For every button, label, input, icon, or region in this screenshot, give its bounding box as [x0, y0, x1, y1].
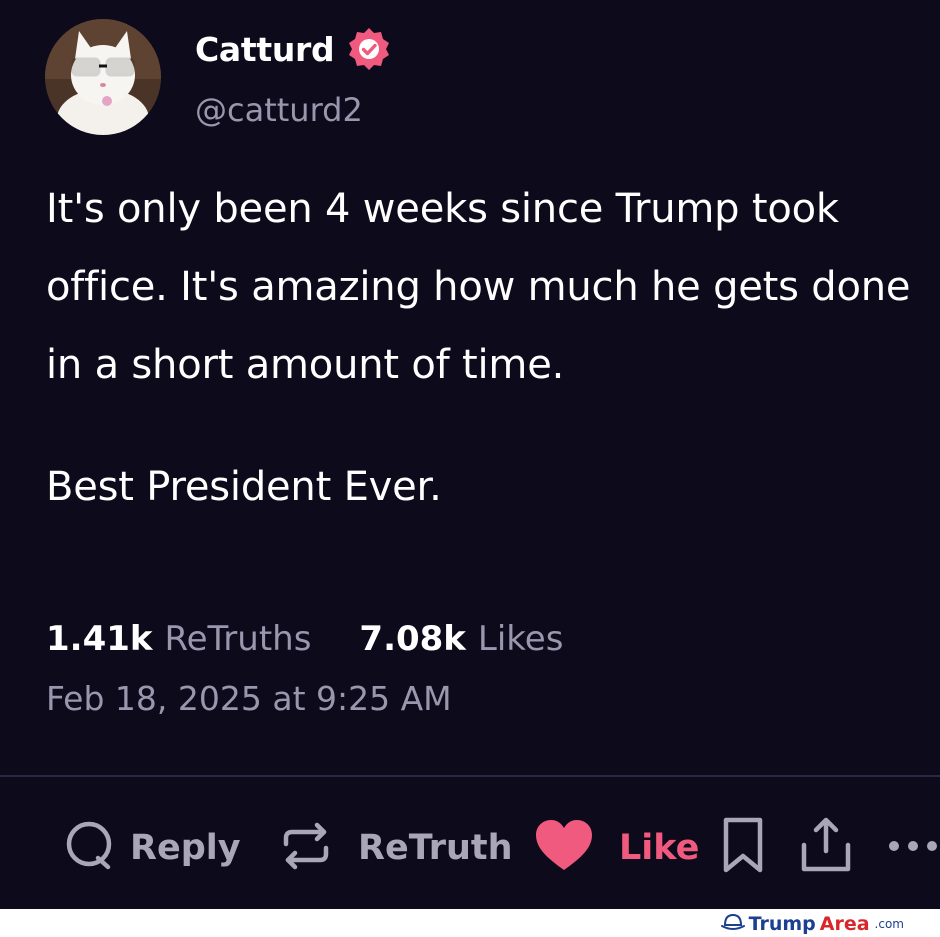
- retruth-icon: [278, 818, 334, 878]
- reply-icon: [62, 819, 116, 877]
- watermark: Trump Area .com: [720, 911, 904, 937]
- more-icon: [886, 836, 940, 860]
- share-button[interactable]: [798, 812, 854, 884]
- verified-badge-icon: [346, 26, 392, 72]
- like-button[interactable]: Like: [533, 812, 699, 884]
- user-handle[interactable]: @catturd2: [195, 91, 363, 129]
- post-paragraph: It's only been 4 weeks since Trump took …: [46, 186, 911, 388]
- share-icon: [798, 815, 854, 881]
- more-options-button[interactable]: [886, 812, 940, 884]
- display-name[interactable]: Catturd: [195, 30, 335, 69]
- post-text: It's only been 4 weeks since Trump took …: [46, 170, 926, 526]
- author-name-row[interactable]: Catturd: [195, 26, 392, 72]
- bookmark-icon: [720, 816, 766, 880]
- action-bar: Reply ReTruth Like: [0, 812, 940, 884]
- divider: [0, 775, 940, 777]
- watermark-part-3: .com: [874, 917, 904, 931]
- retruth-label: ReTruth: [358, 828, 513, 868]
- engagement-stats: 1.41k ReTruths 7.08k Likes: [46, 619, 563, 659]
- post-timestamp: Feb 18, 2025 at 9:25 AM: [46, 679, 452, 718]
- hat-logo-icon: [720, 911, 745, 937]
- retruth-button[interactable]: ReTruth: [278, 812, 513, 884]
- retruths-label[interactable]: ReTruths: [165, 619, 312, 659]
- likes-label[interactable]: Likes: [478, 619, 564, 659]
- post-paragraph: Best President Ever.: [46, 464, 442, 510]
- likes-count[interactable]: 7.08k: [359, 619, 466, 659]
- reply-button[interactable]: Reply: [62, 812, 241, 884]
- watermark-part-1: Trump: [748, 913, 816, 935]
- watermark-bar: Trump Area .com: [0, 909, 940, 937]
- heart-icon: [533, 818, 595, 878]
- bookmark-button[interactable]: [720, 812, 766, 884]
- retruths-count[interactable]: 1.41k: [46, 619, 153, 659]
- watermark-part-2: Area: [819, 913, 870, 935]
- avatar[interactable]: [45, 19, 161, 135]
- reply-label: Reply: [130, 828, 241, 868]
- like-label: Like: [619, 828, 700, 868]
